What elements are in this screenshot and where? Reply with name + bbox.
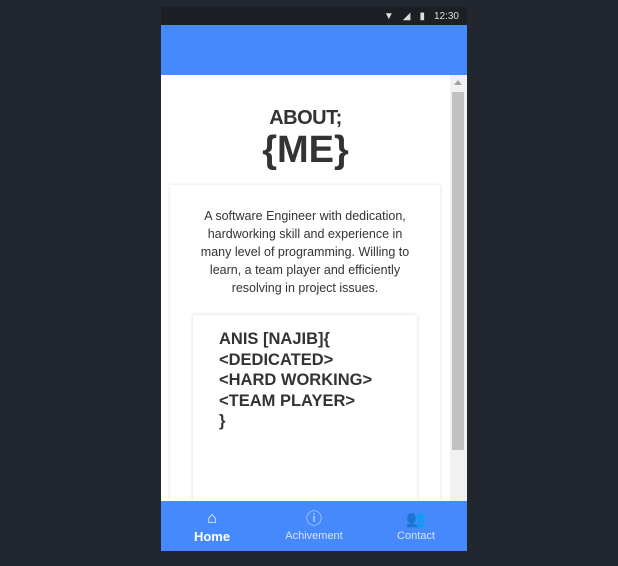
code-line: <DEDICATED>: [219, 350, 334, 369]
bottom-nav: ⌂ Home ⓘ Achivement 👥 Contact: [161, 501, 467, 551]
nav-achivement[interactable]: ⓘ Achivement: [263, 501, 365, 551]
description-card: A software Engineer with dedication, har…: [170, 185, 440, 501]
nav-label: Contact: [397, 530, 435, 542]
nav-label: Home: [193, 528, 231, 544]
phone-screen: ▼ ◢ ▮ 12:30 ABOUT; {ME} A software Engin…: [161, 7, 467, 551]
scroll-up-arrow-icon[interactable]: [454, 80, 462, 85]
code-line: }: [219, 412, 226, 430]
code-line: ANIS [NAJIB]{: [219, 330, 330, 348]
code-line: <TEAM PLAYER>: [219, 391, 356, 410]
clock: 12:30: [433, 10, 459, 22]
info-icon: ⓘ: [305, 511, 322, 528]
home-icon: ⌂: [207, 509, 217, 527]
wifi-icon: ▼: [383, 10, 394, 22]
nav-label: Achivement: [285, 530, 343, 542]
contacts-icon: 👥: [406, 511, 426, 528]
app-bar: [161, 25, 467, 75]
nav-contact[interactable]: 👥 Contact: [365, 501, 467, 551]
scrollbar-thumb[interactable]: [452, 92, 464, 450]
signal-icon: ◢: [402, 10, 411, 22]
nav-home[interactable]: ⌂ Home: [161, 501, 263, 551]
code-card: ANIS [NAJIB]{ <DEDICATED> <HARD WORKING>…: [193, 315, 417, 501]
about-subtitle: {ME}: [262, 129, 349, 171]
description-text: A software Engineer with dedication, har…: [200, 209, 410, 295]
status-bar: ▼ ◢ ▮ 12:30: [161, 7, 467, 25]
code-line: <HARD WORKING>: [219, 371, 373, 389]
about-title: ABOUT;: [269, 107, 342, 129]
about-content: ABOUT; {ME} A software Engineer with ded…: [161, 75, 450, 501]
scrollbar[interactable]: [450, 75, 467, 501]
battery-icon: ▮: [419, 10, 425, 22]
